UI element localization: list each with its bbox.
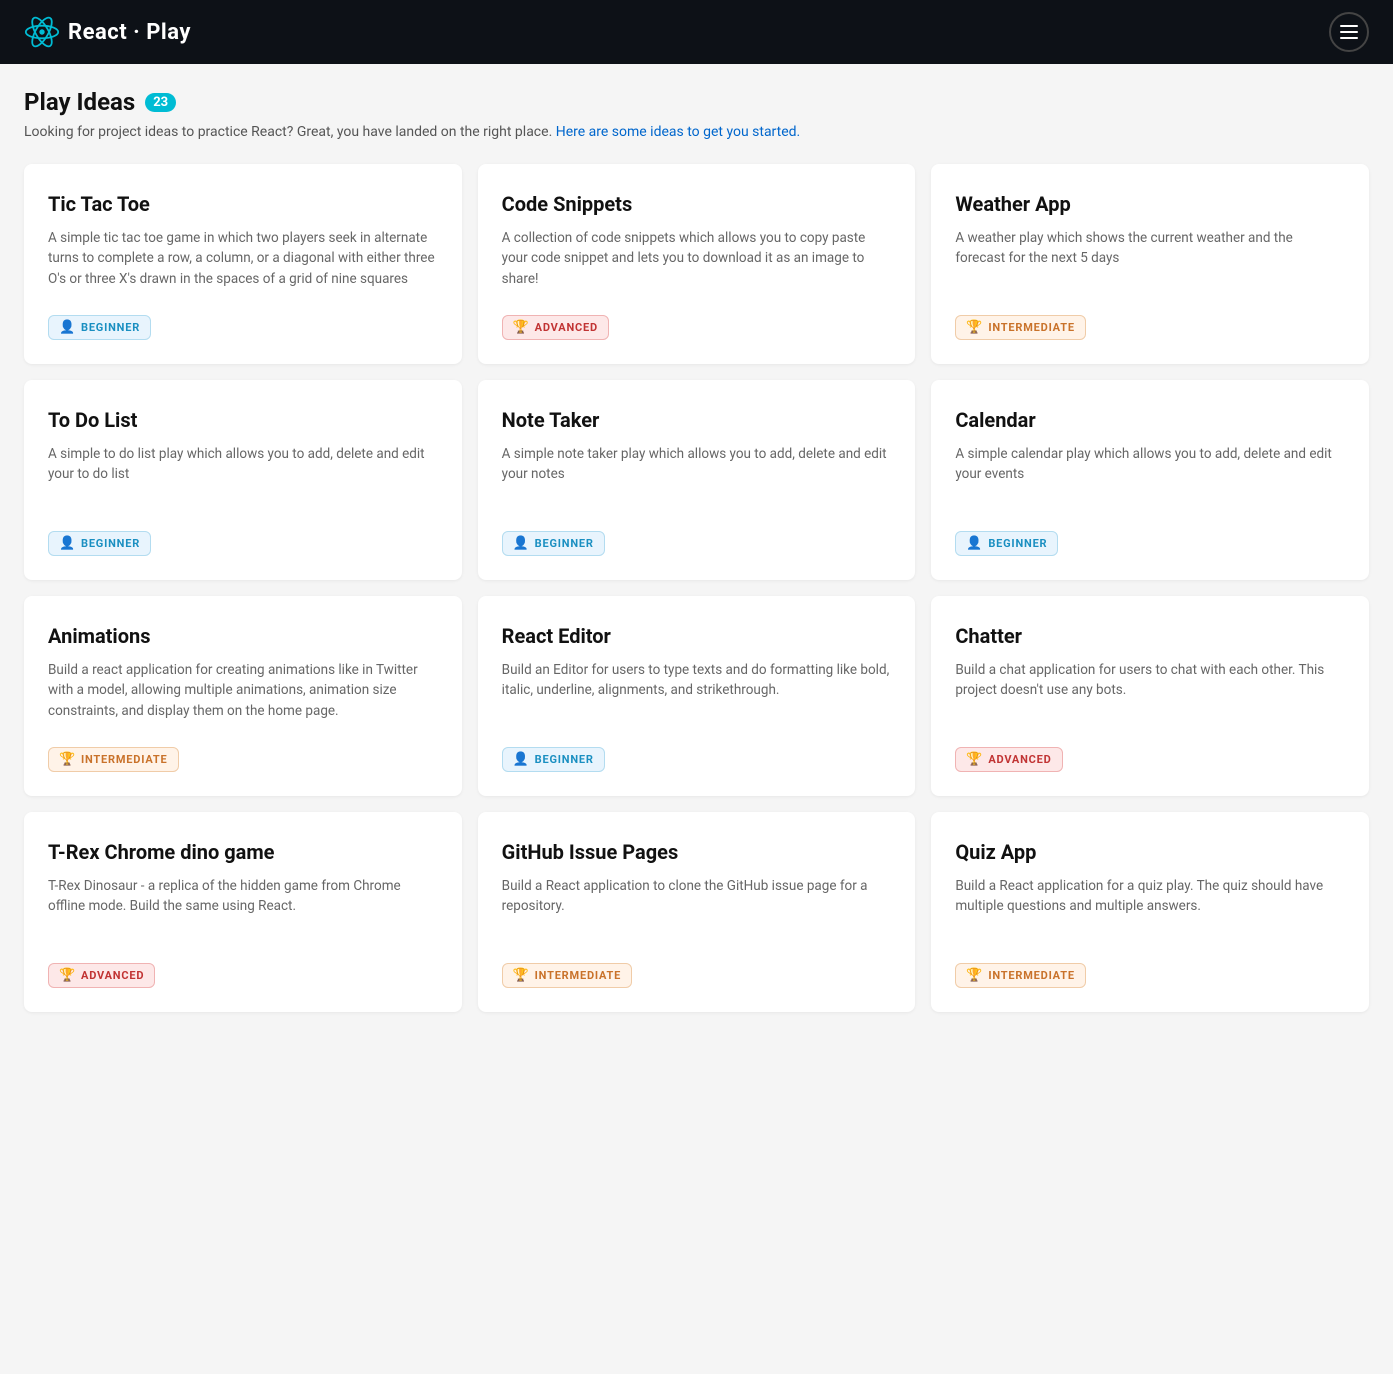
badge-label: ADVANCED <box>81 969 144 982</box>
main-content: Play Ideas 23 Looking for project ideas … <box>0 64 1393 1374</box>
project-card[interactable]: Code Snippets A collection of code snipp… <box>478 164 916 364</box>
card-description: Build a React application to clone the G… <box>502 876 892 951</box>
card-description: A simple note taker play which allows yo… <box>502 444 892 519</box>
project-card[interactable]: To Do List A simple to do list play whic… <box>24 380 462 580</box>
badge-icon: 👤 <box>59 536 76 551</box>
badge-icon: 🏆 <box>513 968 530 983</box>
project-card[interactable]: Weather App A weather play which shows t… <box>931 164 1369 364</box>
badge-label: ADVANCED <box>988 753 1051 766</box>
badge-icon: 🏆 <box>59 752 76 767</box>
card-title: To Do List <box>48 408 438 432</box>
menu-line-2 <box>1340 31 1358 33</box>
card-title: GitHub Issue Pages <box>502 840 892 864</box>
description-link[interactable]: Here are some ideas to get you started. <box>556 124 801 140</box>
badge-icon: 👤 <box>513 752 530 767</box>
badge-label: INTERMEDIATE <box>535 969 622 982</box>
card-description: Build an Editor for users to type texts … <box>502 660 892 735</box>
badge-label: BEGINNER <box>81 321 140 334</box>
card-title: React Editor <box>502 624 892 648</box>
badge-icon: 👤 <box>966 536 983 551</box>
project-card[interactable]: Tic Tac Toe A simple tic tac toe game in… <box>24 164 462 364</box>
logo-text: React · Play <box>68 20 191 45</box>
card-description: Build a React application for a quiz pla… <box>955 876 1345 951</box>
card-title: T-Rex Chrome dino game <box>48 840 438 864</box>
difficulty-badge: 🏆 INTERMEDIATE <box>48 747 179 772</box>
badge-icon: 🏆 <box>513 320 530 335</box>
project-card[interactable]: Calendar A simple calendar play which al… <box>931 380 1369 580</box>
card-description: Build a chat application for users to ch… <box>955 660 1345 735</box>
badge-icon: 🏆 <box>59 968 76 983</box>
difficulty-badge: 🏆 ADVANCED <box>955 747 1062 772</box>
page-description: Looking for project ideas to practice Re… <box>24 124 1369 140</box>
card-title: Calendar <box>955 408 1345 432</box>
menu-line-3 <box>1340 37 1358 39</box>
badge-label: BEGINNER <box>535 537 594 550</box>
card-title: Code Snippets <box>502 192 892 216</box>
card-description: Build a react application for creating a… <box>48 660 438 735</box>
card-title: Quiz App <box>955 840 1345 864</box>
badge-icon: 🏆 <box>966 968 983 983</box>
difficulty-badge: 🏆 INTERMEDIATE <box>502 963 633 988</box>
badge-label: BEGINNER <box>988 537 1047 550</box>
menu-button[interactable] <box>1329 12 1369 52</box>
difficulty-badge: 🏆 INTERMEDIATE <box>955 315 1086 340</box>
project-card[interactable]: Chatter Build a chat application for use… <box>931 596 1369 796</box>
card-description: A weather play which shows the current w… <box>955 228 1345 303</box>
difficulty-badge: 🏆 ADVANCED <box>48 963 155 988</box>
react-logo-icon <box>24 14 60 50</box>
card-title: Chatter <box>955 624 1345 648</box>
project-card[interactable]: React Editor Build an Editor for users t… <box>478 596 916 796</box>
page-title: Play Ideas <box>24 88 135 116</box>
badge-icon: 🏆 <box>966 320 983 335</box>
difficulty-badge: 👤 BEGINNER <box>502 747 605 772</box>
ideas-count-badge: 23 <box>145 93 176 112</box>
card-description: A simple to do list play which allows yo… <box>48 444 438 519</box>
project-card[interactable]: T-Rex Chrome dino game T-Rex Dinosaur - … <box>24 812 462 1012</box>
menu-line-1 <box>1340 25 1358 27</box>
badge-icon: 👤 <box>513 536 530 551</box>
card-title: Note Taker <box>502 408 892 432</box>
badge-label: INTERMEDIATE <box>81 753 168 766</box>
badge-label: INTERMEDIATE <box>988 321 1075 334</box>
header: React · Play <box>0 0 1393 64</box>
card-title: Tic Tac Toe <box>48 192 438 216</box>
badge-icon: 🏆 <box>966 752 983 767</box>
badge-label: BEGINNER <box>535 753 594 766</box>
badge-label: ADVANCED <box>535 321 598 334</box>
difficulty-badge: 👤 BEGINNER <box>48 531 151 556</box>
card-description: T-Rex Dinosaur - a replica of the hidden… <box>48 876 438 951</box>
difficulty-badge: 👤 BEGINNER <box>955 531 1058 556</box>
badge-label: BEGINNER <box>81 537 140 550</box>
difficulty-badge: 👤 BEGINNER <box>502 531 605 556</box>
badge-label: INTERMEDIATE <box>988 969 1075 982</box>
card-title: Weather App <box>955 192 1345 216</box>
project-card[interactable]: Quiz App Build a React application for a… <box>931 812 1369 1012</box>
difficulty-badge: 🏆 INTERMEDIATE <box>955 963 1086 988</box>
badge-icon: 👤 <box>59 320 76 335</box>
project-card[interactable]: Note Taker A simple note taker play whic… <box>478 380 916 580</box>
card-title: Animations <box>48 624 438 648</box>
difficulty-badge: 🏆 ADVANCED <box>502 315 609 340</box>
project-card[interactable]: Animations Build a react application for… <box>24 596 462 796</box>
cards-grid: Tic Tac Toe A simple tic tac toe game in… <box>24 164 1369 1036</box>
difficulty-badge: 👤 BEGINNER <box>48 315 151 340</box>
logo[interactable]: React · Play <box>24 14 191 50</box>
project-card[interactable]: GitHub Issue Pages Build a React applica… <box>478 812 916 1012</box>
card-description: A simple tic tac toe game in which two p… <box>48 228 438 303</box>
card-description: A simple calendar play which allows you … <box>955 444 1345 519</box>
page-header: Play Ideas 23 <box>24 88 1369 116</box>
card-description: A collection of code snippets which allo… <box>502 228 892 303</box>
